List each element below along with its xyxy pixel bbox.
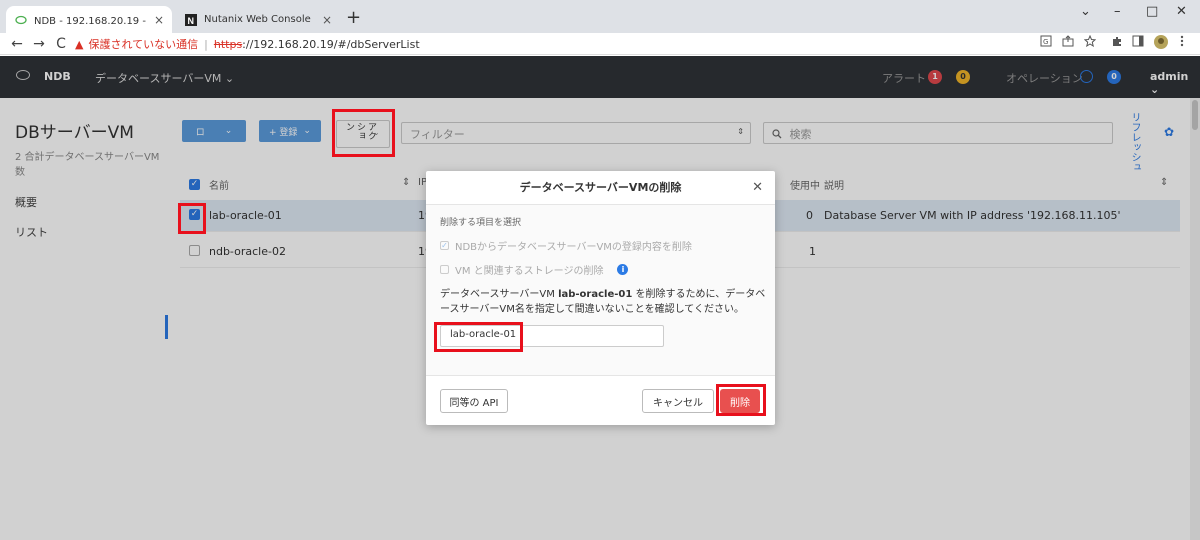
svg-text:N: N (188, 16, 195, 26)
nutanix-favicon-icon: N (184, 13, 198, 27)
svg-text:G: G (1043, 38, 1048, 46)
section-label: 削除する項目を選択 (440, 218, 522, 228)
dialog-footer: 同等の API キャンセル 削除 (426, 375, 775, 425)
info-icon[interactable]: i (617, 264, 629, 275)
option-label: NDBからデータベースサーバーVMの登録内容を削除 (455, 242, 692, 253)
confirm-prefix: データベースサーバーVM (440, 289, 559, 300)
option-checkbox: ✓ (440, 241, 449, 250)
profile-avatar-icon[interactable] (1154, 35, 1168, 52)
option-checkbox[interactable] (440, 265, 449, 274)
url-separator: | (204, 37, 208, 51)
tab-close-icon[interactable]: × (322, 13, 332, 27)
share-icon[interactable] (1062, 35, 1074, 50)
warning-icon: ▲ (75, 37, 84, 51)
option-label: VM と関連するストレージの削除 (455, 266, 604, 277)
browser-toolbar: ← → C ▲ 保護されていない通信 | https ://192.168.20… (0, 33, 1200, 55)
tab-title: Nutanix Web Console (204, 14, 311, 25)
window-close-icon[interactable]: ✕ (1176, 4, 1187, 19)
new-tab-icon[interactable]: + (346, 7, 361, 28)
tab-ndb[interactable]: NDB - 192.168.20.19 - DBサーバーVM × (6, 6, 172, 33)
translate-icon[interactable]: G (1040, 35, 1052, 50)
confirm-name-input[interactable]: lab-oracle-01 (440, 325, 664, 347)
address-bar[interactable]: ▲ 保護されていない通信 | https ://192.168.20.19/#/… (75, 34, 1035, 54)
ndb-favicon-icon (14, 13, 28, 27)
dialog-title: データベースサーバーVMの削除 (426, 171, 775, 205)
forward-icon[interactable]: → (28, 36, 50, 52)
tab-title: NDB - 192.168.20.19 - DBサーバーVM (34, 16, 150, 27)
kebab-menu-icon[interactable] (1180, 35, 1184, 50)
cancel-button[interactable]: キャンセル (642, 389, 714, 413)
back-icon[interactable]: ← (6, 36, 28, 52)
url-path: ://192.168.20.19/#/dbServerList (242, 37, 420, 51)
option-delete-vm-storage[interactable]: VM と関連するストレージの削除 i (440, 262, 629, 277)
tab-nutanix-console[interactable]: N Nutanix Web Console × (176, 6, 340, 33)
option-remove-registration: ✓ NDBからデータベースサーバーVMの登録内容を削除 (440, 238, 692, 253)
url-scheme: https (213, 37, 243, 51)
confirm-vm-name: lab-oracle-01 (558, 289, 633, 300)
delete-button[interactable]: 削除 (720, 389, 760, 413)
reload-icon[interactable]: C (50, 36, 72, 52)
confirm-instructions: データベースサーバーVM lab-oracle-01 を削除するために、データベ… (440, 287, 766, 317)
equivalent-api-button[interactable]: 同等の API (440, 389, 508, 413)
delete-dialog: データベースサーバーVMの削除 ✕ 削除する項目を選択 ✓ NDBからデータベー… (426, 171, 775, 425)
insecure-label: 保護されていない通信 (88, 38, 199, 51)
maximize-icon[interactable]: □ (1146, 4, 1158, 19)
close-icon[interactable]: ✕ (752, 180, 763, 195)
extensions-icon[interactable] (1111, 35, 1123, 50)
minimize-icon[interactable]: – (1114, 4, 1121, 19)
chevron-down-icon[interactable]: ⌄ (1080, 4, 1091, 19)
sidepanel-icon[interactable] (1132, 35, 1144, 50)
tab-close-icon[interactable]: × (154, 13, 164, 27)
star-icon[interactable] (1083, 34, 1097, 50)
browser-tab-bar: NDB - 192.168.20.19 - DBサーバーVM × N Nutan… (0, 0, 1200, 33)
dialog-body: 削除する項目を選択 ✓ NDBからデータベースサーバーVMの登録内容を削除 VM… (426, 205, 775, 375)
